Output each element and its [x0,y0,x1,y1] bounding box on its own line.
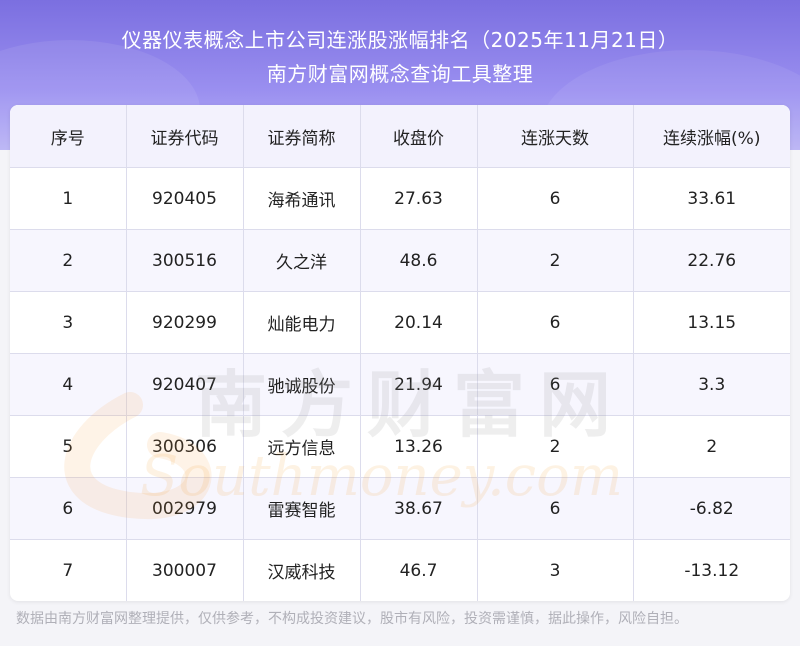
ranking-table-card: 序号 证券代码 证券简称 收盘价 连涨天数 连续涨幅(%) 1 920405 海… [10,105,790,601]
table-cell: -6.82 [633,477,790,540]
table-cell: 6 [477,291,634,354]
table-cell: 2 [633,415,790,478]
table-header-row: 序号 证券代码 证券简称 收盘价 连涨天数 连续涨幅(%) [10,105,790,168]
table-cell: 920405 [126,167,244,230]
table-cell: 2 [477,415,634,478]
table-cell: 久之洋 [243,229,361,292]
table-row: 4 920407 驰诚股份 21.94 6 3.3 [10,353,790,416]
table-cell: 920407 [126,353,244,416]
table-cell: 300007 [126,539,244,601]
column-header: 序号 [10,105,127,168]
table-cell: 汉威科技 [243,539,361,601]
table-cell: 灿能电力 [243,291,361,354]
table-cell: 海希通讯 [243,167,361,230]
column-header: 连续涨幅(%) [633,105,790,168]
table-cell: 38.67 [360,477,478,540]
table-cell: 6 [477,167,634,230]
table-cell: 33.61 [633,167,790,230]
table-cell: 20.14 [360,291,478,354]
table-row: 1 920405 海希通讯 27.63 6 33.61 [10,167,790,230]
table-cell: 002979 [126,477,244,540]
disclaimer-footer: 数据由南方财富网整理提供，仅供参考，不构成投资建议，股市有风险，投资需谨慎，据此… [16,611,688,627]
table-cell: 46.7 [360,539,478,601]
table-cell: 3.3 [633,353,790,416]
table-cell: 驰诚股份 [243,353,361,416]
table-cell: 2 [10,229,127,292]
table-cell: 300516 [126,229,244,292]
table-cell: 远方信息 [243,415,361,478]
column-header: 证券简称 [243,105,361,168]
table-cell: 21.94 [360,353,478,416]
page-subtitle: 南方财富网概念查询工具整理 [266,62,534,86]
table-cell: 雷赛智能 [243,477,361,540]
table-cell: 2 [477,229,634,292]
table-cell: 22.76 [633,229,790,292]
table-row: 7 300007 汉威科技 46.7 3 -13.12 [10,539,790,601]
column-header: 收盘价 [360,105,478,168]
table-cell: 27.63 [360,167,478,230]
table-cell: 7 [10,539,127,601]
ranking-table: 序号 证券代码 证券简称 收盘价 连涨天数 连续涨幅(%) 1 920405 海… [10,105,790,601]
table-cell: -13.12 [633,539,790,601]
table-cell: 6 [477,353,634,416]
table-cell: 1 [10,167,127,230]
table-cell: 5 [10,415,127,478]
table-cell: 300306 [126,415,244,478]
table-cell: 4 [10,353,127,416]
table-cell: 13.15 [633,291,790,354]
table-cell: 920299 [126,291,244,354]
column-header: 连涨天数 [477,105,634,168]
column-header: 证券代码 [126,105,244,168]
table-cell: 6 [10,477,127,540]
table-cell: 3 [10,291,127,354]
table-cell: 13.26 [360,415,478,478]
table-row: 5 300306 远方信息 13.26 2 2 [10,415,790,478]
page-title: 仪器仪表概念上市公司连涨股涨幅排名（2025年11月21日） [121,28,679,52]
table-row: 6 002979 雷赛智能 38.67 6 -6.82 [10,477,790,540]
table-cell: 6 [477,477,634,540]
table-row: 2 300516 久之洋 48.6 2 22.76 [10,229,790,292]
table-cell: 48.6 [360,229,478,292]
table-cell: 3 [477,539,634,601]
table-row: 3 920299 灿能电力 20.14 6 13.15 [10,291,790,354]
